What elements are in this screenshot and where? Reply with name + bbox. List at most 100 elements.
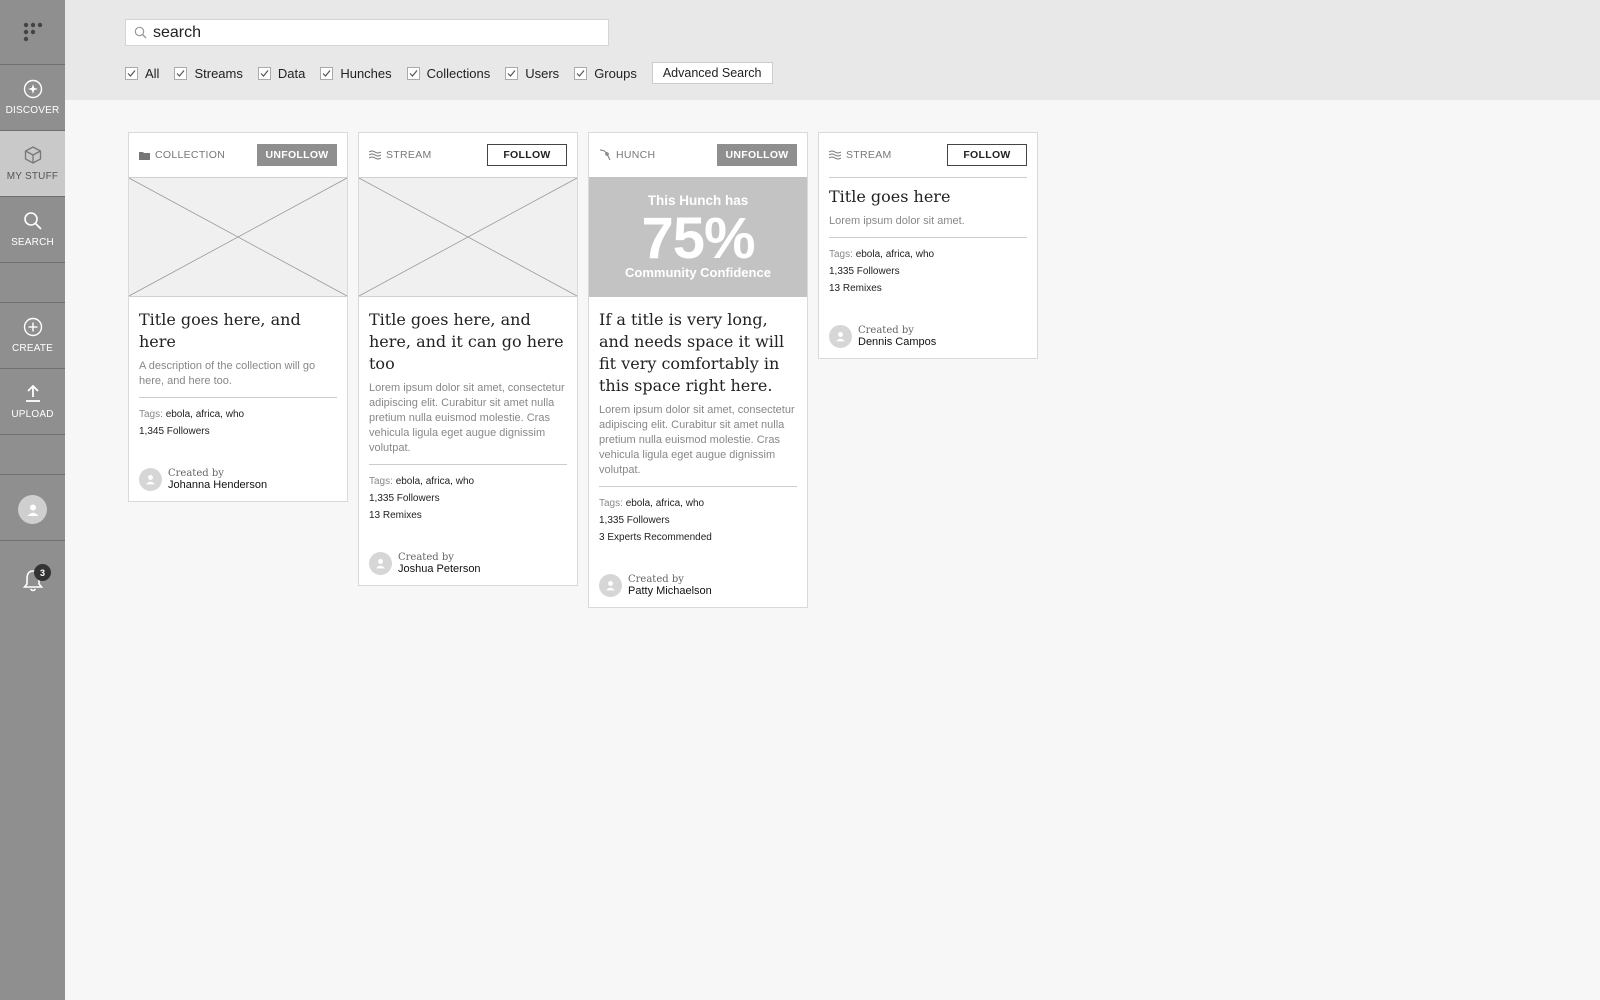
card-description: Lorem ipsum dolor sit amet, consectetur … <box>369 381 567 465</box>
result-card-stream[interactable]: STREAM FOLLOW Title goes here, and here,… <box>358 132 578 586</box>
search-filters: All Streams Data Hunches Collections Use… <box>125 62 773 84</box>
check-icon <box>322 69 331 77</box>
app-logo[interactable] <box>0 0 65 64</box>
card-tags: Tags: ebola, africa, who <box>139 406 337 423</box>
search-box[interactable] <box>125 19 609 46</box>
follow-button[interactable]: FOLLOW <box>947 144 1027 166</box>
image-placeholder <box>359 177 577 297</box>
tags-value[interactable]: ebola, africa, who <box>166 409 244 420</box>
compass-icon <box>23 79 42 99</box>
checkbox[interactable] <box>320 66 334 80</box>
filter-hunches[interactable]: Hunches <box>320 65 392 81</box>
result-card-hunch[interactable]: HUNCH UNFOLLOW This Hunch has 75% Commun… <box>588 132 808 608</box>
filter-label: Hunches <box>340 65 392 81</box>
sidebar-divider <box>0 474 65 475</box>
created-by-label: Created by <box>858 325 914 336</box>
box-icon <box>24 146 41 164</box>
tags-label: Tags: <box>829 249 853 260</box>
creator-name[interactable]: Johanna Henderson <box>168 479 267 491</box>
sidebar-item-discover[interactable]: DISCOVER <box>0 64 65 130</box>
checkbox[interactable] <box>257 66 271 80</box>
card-followers: 1,345 Followers <box>139 426 210 437</box>
check-icon <box>127 69 136 77</box>
created-by-label: Created by <box>628 574 684 585</box>
user-icon <box>27 504 38 516</box>
user-icon <box>376 559 385 569</box>
creator-name[interactable]: Dennis Campos <box>858 336 936 348</box>
card-title[interactable]: Title goes here, and here <box>139 309 337 353</box>
sidebar-item-label: DISCOVER <box>5 105 60 116</box>
check-icon <box>507 69 516 77</box>
checkbox[interactable] <box>125 66 138 80</box>
card-tags: Tags: ebola, africa, who <box>369 473 567 490</box>
creator-avatar <box>829 325 852 348</box>
card-remixes: 13 Remixes <box>369 510 422 521</box>
card-header: STREAM FOLLOW <box>819 133 1037 177</box>
card-followers: 1,335 Followers <box>829 266 900 277</box>
follow-button[interactable]: FOLLOW <box>487 144 567 166</box>
sidebar-item-search[interactable]: SEARCH <box>0 196 65 262</box>
card-tags: Tags: ebola, africa, who <box>829 246 1027 263</box>
result-card-stream[interactable]: STREAM FOLLOW Title goes here Lorem ipsu… <box>818 132 1038 359</box>
advanced-search-button[interactable]: Advanced Search <box>651 62 773 84</box>
card-creator[interactable]: Created by Dennis Campos <box>819 325 1037 358</box>
filter-label: Streams <box>194 65 243 81</box>
logo-icon <box>23 22 42 42</box>
card-type-label: HUNCH <box>616 149 656 161</box>
filter-groups[interactable]: Groups <box>574 66 637 81</box>
creator-avatar <box>599 574 622 597</box>
checkbox[interactable] <box>574 66 588 80</box>
tags-value[interactable]: ebola, africa, who <box>856 249 934 260</box>
sidebar-item-my-stuff[interactable]: MY STUFF <box>0 130 65 196</box>
filter-users[interactable]: Users <box>505 66 559 81</box>
result-card-collection[interactable]: COLLECTION UNFOLLOW Title goes here, and… <box>128 132 348 502</box>
unfollow-button[interactable]: UNFOLLOW <box>257 144 337 166</box>
check-icon <box>409 69 418 77</box>
filter-all[interactable]: All <box>125 66 159 81</box>
creator-name[interactable]: Patty Michaelson <box>628 585 712 597</box>
user-icon <box>146 475 155 485</box>
filter-data[interactable]: Data <box>257 66 305 81</box>
tags-value[interactable]: ebola, africa, who <box>396 476 474 487</box>
tags-label: Tags: <box>139 409 163 420</box>
tags-value[interactable]: ebola, africa, who <box>626 498 704 509</box>
card-creator[interactable]: Created by Joshua Peterson <box>359 552 577 585</box>
card-followers: 1,335 Followers <box>369 493 440 504</box>
sidebar-item-label: UPLOAD <box>11 409 54 420</box>
card-creator[interactable]: Created by Johanna Henderson <box>129 468 347 501</box>
card-creator[interactable]: Created by Patty Michaelson <box>589 574 807 607</box>
unfollow-button[interactable]: UNFOLLOW <box>717 144 797 166</box>
hunch-confidence-percent: 75% <box>641 206 755 271</box>
folder-icon <box>139 151 150 160</box>
card-title[interactable]: Title goes here <box>829 186 1027 208</box>
card-experts: 3 Experts Recommended <box>599 532 712 543</box>
checkbox[interactable] <box>505 66 519 80</box>
filter-label: All <box>145 65 160 81</box>
card-title[interactable]: Title goes here, and here, and it can go… <box>369 309 567 375</box>
card-meta: Tags: ebola, africa, who 1,335 Followers… <box>369 465 567 524</box>
image-placeholder <box>129 177 347 297</box>
created-by-label: Created by <box>398 552 454 563</box>
sidebar-item-upload[interactable]: UPLOAD <box>0 368 65 434</box>
card-header: HUNCH UNFOLLOW <box>589 133 807 177</box>
filter-streams[interactable]: Streams <box>174 65 243 81</box>
filter-label: Groups <box>594 65 637 81</box>
hunch-confidence-label: Community Confidence <box>625 265 771 280</box>
check-icon <box>260 69 269 77</box>
sidebar-divider <box>0 434 65 435</box>
card-type: COLLECTION <box>139 149 225 161</box>
card-title[interactable]: If a title is very long, and needs space… <box>599 309 797 397</box>
user-avatar[interactable] <box>18 495 47 524</box>
checkbox[interactable] <box>174 66 188 80</box>
check-icon <box>177 69 185 77</box>
card-description: A description of the collection will go … <box>139 359 337 398</box>
sidebar-item-label: MY STUFF <box>6 171 59 182</box>
sidebar-divider <box>0 262 65 263</box>
stream-icon <box>369 150 381 160</box>
search-input[interactable] <box>153 23 593 42</box>
sidebar-item-create[interactable]: CREATE <box>0 302 65 368</box>
checkbox[interactable] <box>406 66 420 80</box>
filter-collections[interactable]: Collections <box>406 66 490 81</box>
card-followers: 1,335 Followers <box>599 515 670 526</box>
creator-name[interactable]: Joshua Peterson <box>398 563 481 575</box>
